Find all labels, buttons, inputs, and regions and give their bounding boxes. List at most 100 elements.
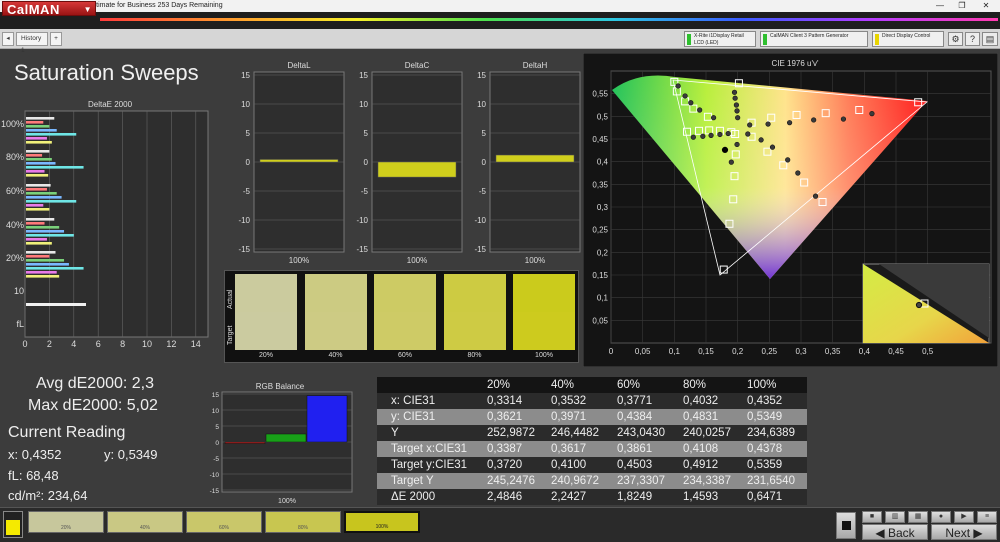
more-icon[interactable]: ≡ [977,511,997,523]
cie-x-tick: 0,1 [669,347,681,356]
current-color-preview [3,511,23,538]
deltae-bar [26,117,55,120]
display-control-button[interactable]: Direct Display Control [872,31,944,47]
actual-target-compare: Actual Target 20% 40% 60% 80% 100% [224,270,579,363]
back-label: Back [887,526,915,540]
deltaH-y-tick: -10 [474,216,486,225]
cie-x-tick: 0,2 [732,347,744,356]
delete-icon[interactable]: ▥ [885,511,905,523]
cie-x-tick: 0 [609,347,614,356]
table-cell: 0,5349 [747,411,783,423]
results-table: 20% 40% 60% 80% 100% x: CIE31 0,3314 0,3532 0,37… [377,377,807,505]
deltae-bar [26,196,62,199]
rgb-title: RGB Balance [256,382,305,391]
compare-step-label: 40% [328,352,343,359]
deltae-bar [26,170,45,173]
luminance-readout: cd/m²: 234,64 [8,488,88,503]
tab-history-1[interactable]: History 1 [16,32,48,54]
current-y-readout: y: 0,5349 [104,447,158,462]
deltae-bar [26,200,77,203]
sequence-icon[interactable]: ▶ [954,511,974,523]
calendar-icon[interactable]: ▦ [908,511,928,523]
table-header-cell: 100% [747,379,777,391]
table-cell: 0,3621 [487,411,523,423]
table-row-label: Target Y [391,475,434,487]
close-button[interactable]: ✕ [976,0,996,12]
table-row-label: ΔE 2000 [391,491,436,503]
next-button[interactable]: Next ▶ [931,524,997,540]
fl-readout: fL: 68,48 [8,468,59,483]
cie-measured-marker [735,115,741,121]
target-swatch [304,312,367,350]
table-header-cell: 80% [683,379,707,391]
rgb-y-tick: 5 [215,424,219,431]
deltae-y-tick: 40% [6,220,24,230]
cie-x-tick: 0,05 [635,347,651,356]
back-button[interactable]: ◀ Back [862,524,928,540]
deltaH-y-tick: 10 [477,100,486,109]
next-arrow-icon: ▶ [970,526,983,540]
deltae-bar [26,150,50,153]
record-icon[interactable]: ■ [862,511,882,523]
deltae-bar [26,129,57,132]
cie-x-tick: 0,3 [795,347,807,356]
table-cell: 237,3307 [617,475,665,487]
cie-measured-marker [725,130,731,137]
deltaC-title: DeltaC [405,61,430,70]
table-row-label: x: CIE31 [391,395,436,407]
cie-measured-marker [787,120,793,126]
table-cell: 240,9672 [551,475,599,487]
maximize-button[interactable]: ❐ [952,0,972,12]
minimize-button[interactable]: — [930,0,950,12]
table-cell: 0,3971 [551,411,587,423]
calman-menu-button[interactable]: CalMAN ▼ [2,1,96,17]
cie-measured-marker [697,107,703,113]
deltaL-y-tick: -10 [238,216,250,225]
cie-measured-marker [711,115,717,121]
cie-x-tick: 0,4 [859,347,871,356]
patch-swatch[interactable]: 20% [28,511,104,533]
patch-label: 100% [375,524,389,530]
cie-measured-marker [811,117,817,123]
meter-device-button[interactable]: X-Rite i1Display Retail LCD (LED) [684,31,756,47]
layout-icon[interactable]: ▤ [982,32,998,46]
table-row-label: Y [391,427,399,439]
patch-swatch[interactable]: 100% [344,511,420,533]
new-tab-button[interactable]: + [50,32,62,46]
actual-swatch [443,274,506,312]
patch-swatch[interactable]: 40% [107,511,183,533]
deltaH-y-tick: -5 [479,187,487,196]
cie-measured-marker [785,157,791,163]
settings-icon[interactable]: ⚙ [948,32,963,46]
table-row: y: CIE31 0,3621 0,3971 0,4384 0,4831 0,5349 [377,409,807,425]
table-cell: 0,3314 [487,395,523,407]
deltae-bar [26,218,55,221]
table-cell: 243,0430 [617,427,665,439]
help-icon[interactable]: ? [965,32,980,46]
tab-scroll-left-icon[interactable]: ◂ [2,32,14,46]
rgb-y-tick: -10 [210,472,220,479]
cie-y-tick: 0,1 [597,294,609,303]
stop-button[interactable] [836,512,856,539]
patch-swatch[interactable]: 80% [265,511,341,533]
cie-y-tick: 0,4 [597,158,609,167]
rgb-y-tick: -15 [210,488,220,495]
cie-y-tick: 0,25 [592,226,608,235]
deltaL-y-tick: 0 [246,158,251,167]
cie-measured-marker [732,95,738,101]
page-title: Saturation Sweeps [14,60,199,85]
rgb-blue-bar [306,395,348,443]
table-cell: 234,6389 [747,427,795,439]
table-cell: 0,4352 [747,395,783,407]
deltaC-y-tick: 0 [364,158,369,167]
avg-de-readout: Avg dE2000: 2,3 [36,375,155,392]
cie-x-tick: 0,5 [922,347,934,356]
patch-label: 20% [60,525,71,531]
pattern-generator-button[interactable]: CalMAN Client 3 Pattern Generator [760,31,868,47]
patch-swatch[interactable]: 60% [186,511,262,533]
table-cell: 0,3861 [617,443,653,455]
rainbow-stripe [100,18,998,21]
table-cell: 0,4108 [683,443,719,455]
deltaH-y-tick: -15 [474,245,486,254]
options-icon[interactable]: ● [931,511,951,523]
